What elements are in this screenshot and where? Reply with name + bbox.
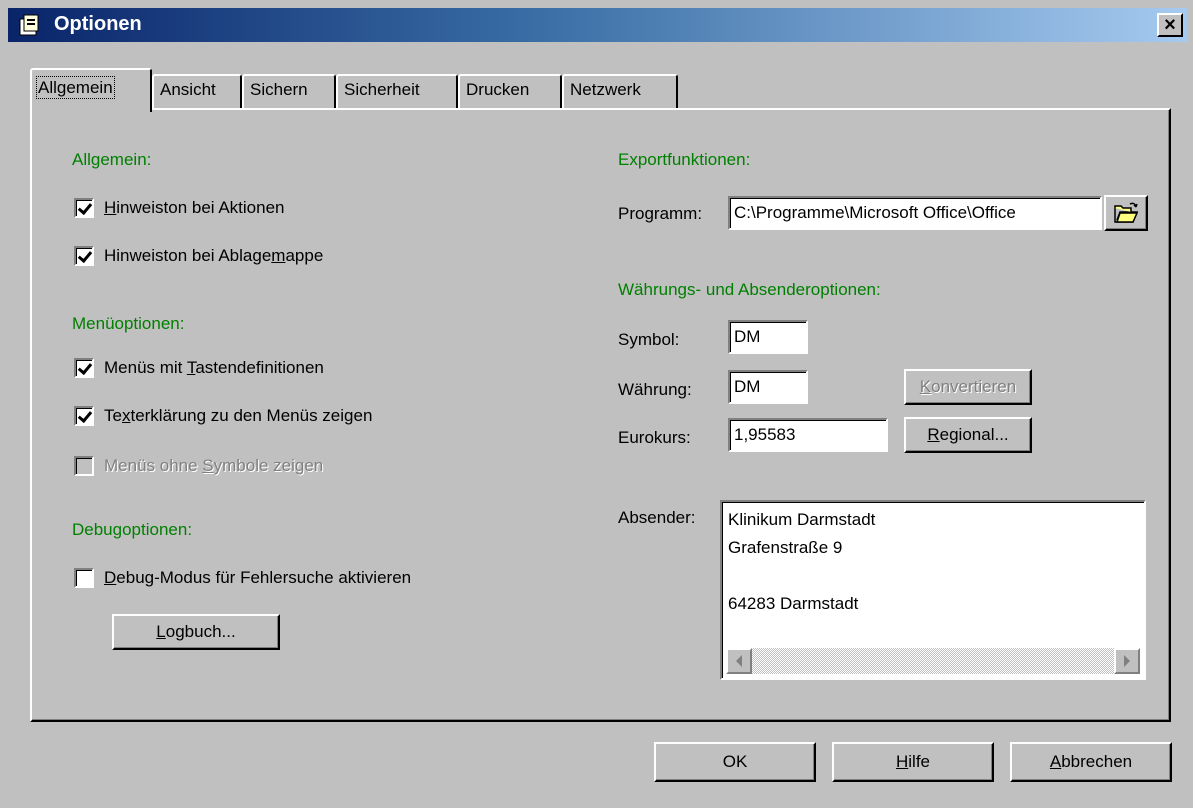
checkbox-box[interactable]: [74, 406, 94, 426]
scroll-right-button[interactable]: [1114, 648, 1140, 674]
absender-line: 64283 Darmstadt: [728, 594, 859, 613]
checkbox-hinweiston-aktionen[interactable]: Hinweiston bei Aktionen: [74, 198, 285, 218]
absender-line: [728, 562, 875, 590]
section-currency-heading: Währungs- und Absenderoptionen:: [618, 280, 881, 299]
symbol-field[interactable]: DM: [728, 320, 808, 354]
horizontal-scrollbar[interactable]: [726, 648, 1140, 674]
window-title: Optionen: [54, 13, 142, 35]
tab-sichern[interactable]: Sichern: [242, 74, 336, 110]
checkbox-box[interactable]: [74, 456, 94, 476]
options-app-icon: [19, 14, 39, 36]
scroll-left-button[interactable]: [726, 648, 752, 674]
ok-button[interactable]: OK: [654, 742, 816, 782]
checkbox-box[interactable]: [74, 198, 94, 218]
programm-path-field[interactable]: C:\Programme\Microsoft Office\Office: [728, 196, 1102, 230]
tab-netzwerk[interactable]: Netzwerk: [562, 74, 678, 110]
logbuch-button[interactable]: Logbuch...: [112, 614, 280, 650]
tab-allgemein[interactable]: Allgemein: [30, 68, 152, 112]
checkbox-box[interactable]: [74, 358, 94, 378]
konvertieren-button[interactable]: Konvertieren: [904, 369, 1032, 405]
arrow-right-icon: [1124, 655, 1130, 667]
symbol-label: Symbol:: [618, 330, 680, 349]
regional-button[interactable]: Regional...: [904, 417, 1032, 453]
waehrung-field[interactable]: DM: [728, 370, 808, 404]
tab-sicherheit[interactable]: Sicherheit: [336, 74, 458, 110]
absender-textarea[interactable]: Klinikum Darmstadt Grafenstraße 9 64283 …: [720, 500, 1146, 680]
absender-line: Grafenstraße 9: [728, 538, 843, 557]
programm-label: Programm:: [618, 204, 703, 223]
section-export-heading: Exportfunktionen:: [618, 150, 751, 169]
title-bar: Optionen ×: [8, 8, 1187, 42]
tab-panel: Allgemein: Hinweiston bei Aktionen Hinwe…: [30, 108, 1171, 722]
section-debugoptionen-heading: Debugoptionen:: [72, 520, 193, 539]
checkbox-box[interactable]: [74, 568, 94, 588]
arrow-left-icon: [736, 655, 742, 667]
tab-ansicht[interactable]: Ansicht: [152, 74, 242, 110]
checkbox-hinweiston-ablagemappe[interactable]: Hinweiston bei Ablagemappe: [74, 246, 323, 266]
eurokurs-label: Eurokurs:: [618, 428, 691, 447]
close-icon: ×: [1164, 14, 1176, 36]
checkbox-menues-tastendefinitionen[interactable]: Menüs mit Tastendefinitionen: [74, 358, 324, 378]
hilfe-button[interactable]: Hilfe: [832, 742, 994, 782]
checkbox-texterklaerung[interactable]: Texterklärung zu den Menüs zeigen: [74, 406, 372, 426]
open-folder-icon: [1114, 202, 1139, 223]
browse-folder-button[interactable]: [1104, 195, 1148, 231]
waehrung-label: Währung:: [618, 380, 692, 399]
tab-drucken[interactable]: Drucken: [458, 74, 562, 110]
section-menueoptionen-heading: Menüoptionen:: [72, 314, 185, 333]
close-button[interactable]: ×: [1157, 13, 1183, 37]
eurokurs-field[interactable]: 1,95583: [728, 418, 888, 452]
abbrechen-button[interactable]: Abbrechen: [1010, 742, 1172, 782]
checkbox-menues-ohne-symbole[interactable]: Menüs ohne Symbole zeigen: [74, 456, 323, 476]
absender-label: Absender:: [618, 508, 696, 527]
checkbox-debug-modus[interactable]: Debug-Modus für Fehlersuche aktivieren: [74, 568, 411, 588]
section-allgemein-heading: Allgemein:: [72, 150, 152, 169]
absender-line: Klinikum Darmstadt: [728, 510, 876, 529]
checkbox-box[interactable]: [74, 246, 94, 266]
